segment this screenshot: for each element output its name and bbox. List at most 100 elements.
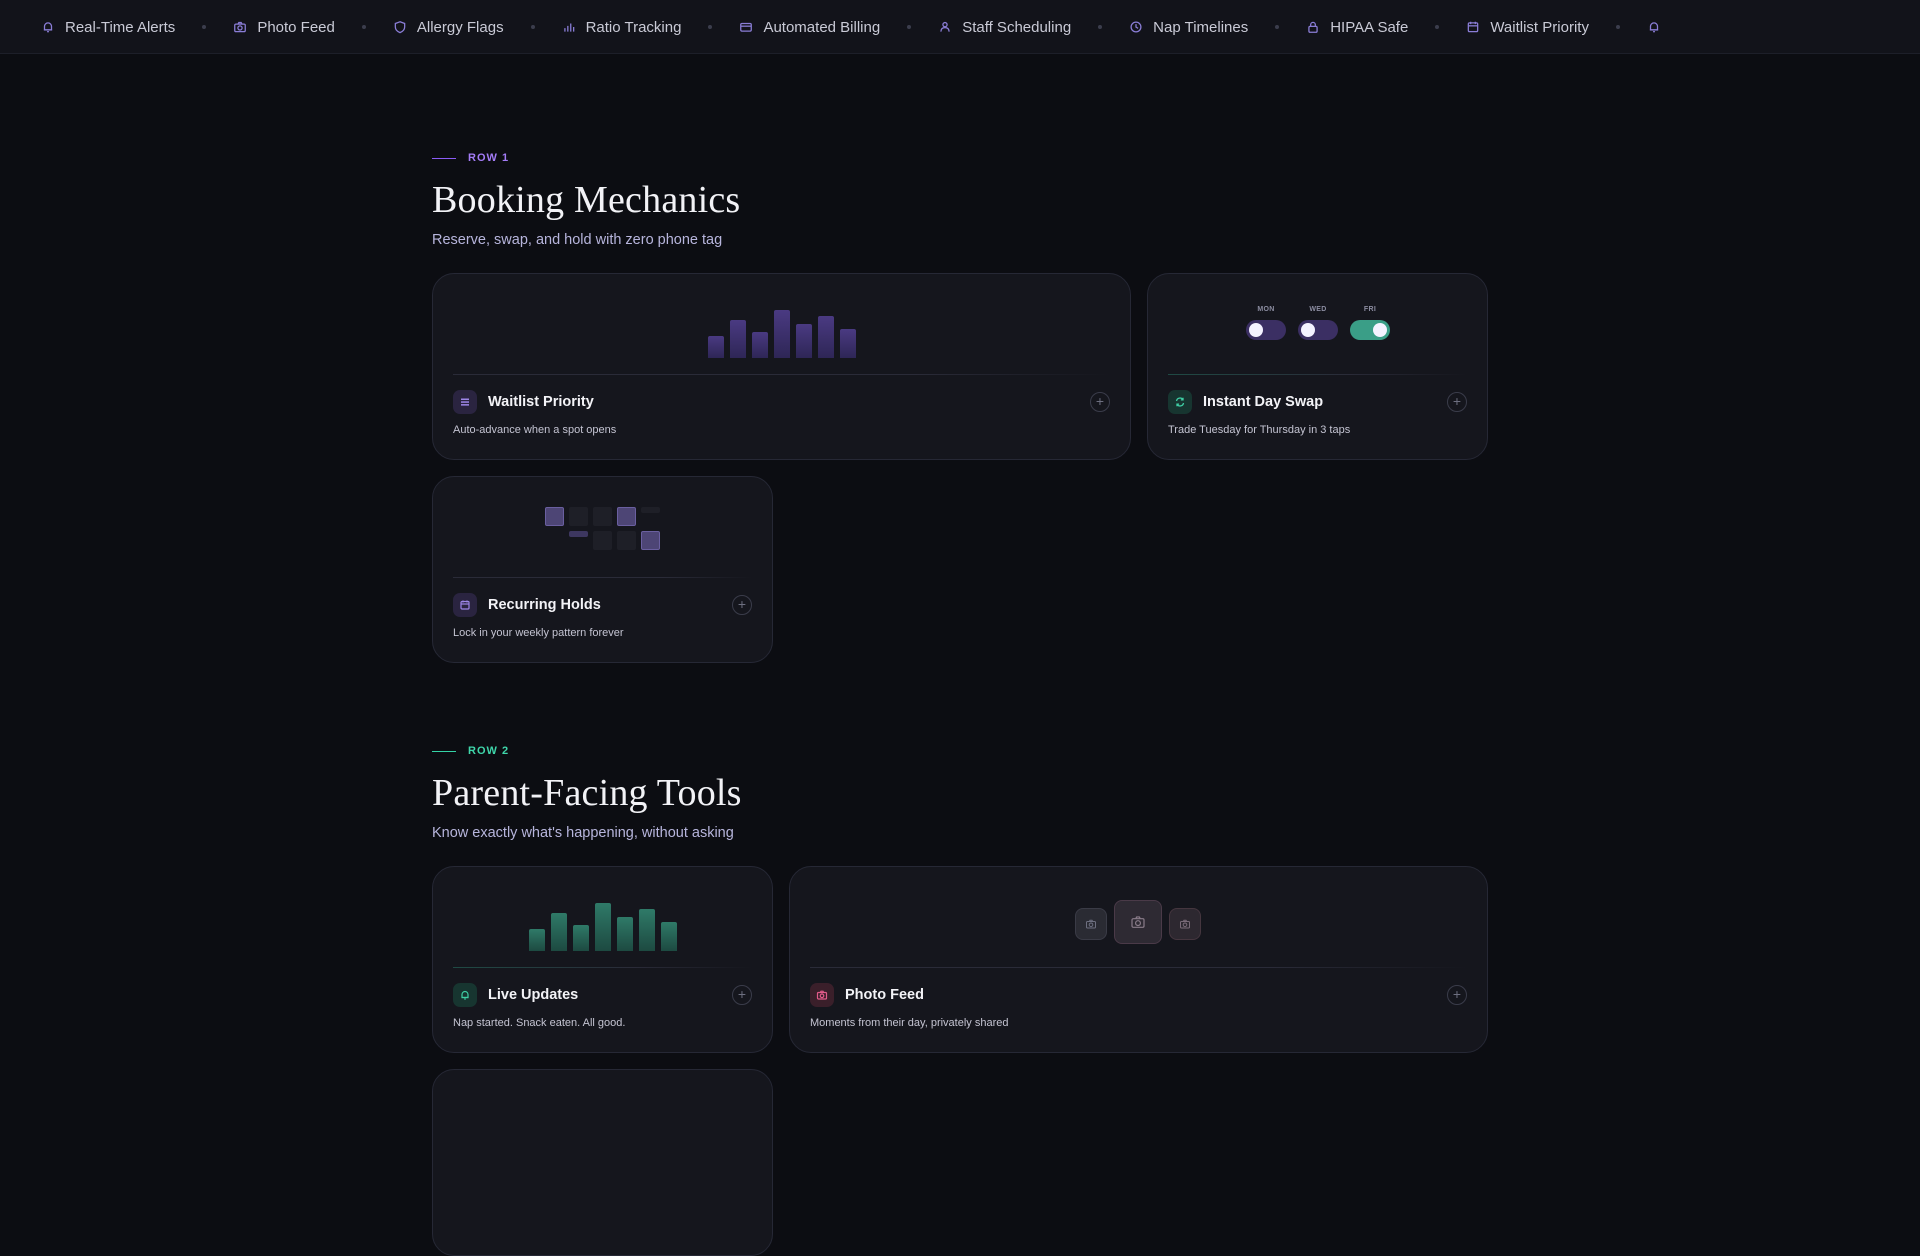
- ticker-label: Nap Timelines: [1153, 18, 1249, 36]
- bell-icon: [40, 19, 56, 35]
- grid-cell: [617, 507, 636, 526]
- day-toggle-label: WED: [1309, 306, 1327, 313]
- day-toggle-visual: MON WED FRI: [1148, 274, 1487, 374]
- grid-cell: [641, 531, 660, 550]
- bar: [708, 336, 724, 358]
- ticker-item: Ratio Tracking: [561, 18, 682, 36]
- expand-plus-icon[interactable]: +: [1090, 392, 1110, 412]
- bell-icon: [453, 983, 477, 1007]
- toggle-switch[interactable]: [1350, 320, 1390, 340]
- grid-cell: [593, 531, 612, 550]
- toggle-switch[interactable]: [1298, 320, 1338, 340]
- card-waitlist-priority[interactable]: Waitlist Priority + Auto-advance when a …: [432, 273, 1131, 460]
- ticker-label: Ratio Tracking: [585, 18, 682, 36]
- eyebrow-label: ROW 1: [468, 152, 510, 164]
- waitlist-bar-visual: [433, 274, 1130, 374]
- bar: [774, 310, 790, 358]
- ticker-separator: [708, 25, 713, 29]
- weekly-grid-visual: [433, 477, 772, 577]
- section-eyebrow: ROW 2: [432, 745, 1488, 757]
- calendar-icon: [1465, 19, 1481, 35]
- card-title: Instant Day Swap: [1203, 394, 1324, 410]
- ticker-item: Real-Time Alerts: [40, 19, 175, 36]
- section-title: Parent-Facing Tools: [432, 772, 742, 814]
- ticker-separator: [1098, 25, 1103, 29]
- day-toggle-label: FRI: [1363, 306, 1377, 313]
- grid-cell: [545, 507, 564, 526]
- ticker-label: Waitlist Priority: [1490, 18, 1589, 36]
- section-eyebrow: ROW 1: [432, 152, 1488, 164]
- card-description: Auto-advance when a spot opens: [453, 424, 617, 436]
- ticker-label: HIPAA Safe: [1330, 18, 1409, 36]
- list-icon: [453, 390, 477, 414]
- card-live-updates[interactable]: Live Updates + Nap started. Snack eaten.…: [432, 866, 773, 1053]
- ticker-item: Allergy Flags: [392, 19, 504, 36]
- feature-ticker: Real-Time Alerts Photo Feed Allergy Flags R…: [0, 0, 1920, 54]
- eyebrow-label: ROW 2: [468, 745, 510, 757]
- card-title: Photo Feed: [845, 987, 924, 1003]
- calendar-icon: [453, 593, 477, 617]
- bar: [617, 917, 633, 951]
- ticker-item: Staff Scheduling: [937, 19, 1071, 36]
- ticker-label: Real-Time Alerts: [65, 18, 176, 36]
- card-title: Live Updates: [488, 987, 579, 1003]
- card-description: Moments from their day, privately shared: [810, 1017, 1009, 1029]
- card-title: Waitlist Priority: [488, 394, 594, 410]
- ticker-item: Nap Timelines: [1128, 19, 1248, 36]
- grid-cell: [617, 531, 636, 550]
- toggle-knob: [1301, 323, 1315, 337]
- ticker-separator: [202, 25, 207, 29]
- section-subtitle: Reserve, swap, and hold with zero phone …: [432, 232, 723, 248]
- live-bars: [529, 903, 683, 951]
- expand-plus-icon[interactable]: +: [732, 595, 752, 615]
- grid-cell: [641, 507, 660, 513]
- ticker-item: HIPAA Safe: [1305, 19, 1408, 36]
- ticker-separator: [361, 25, 366, 29]
- card-photo-feed[interactable]: Photo Feed + Moments from their day, pri…: [789, 866, 1488, 1053]
- camera-icon: [1169, 908, 1201, 940]
- day-toggle-label: MON: [1257, 306, 1275, 313]
- card-recurring-holds[interactable]: Recurring Holds + Lock in your weekly pa…: [432, 476, 773, 663]
- expand-plus-icon[interactable]: +: [1447, 392, 1467, 412]
- grid-cell: [569, 507, 588, 526]
- live-bar-visual: [433, 867, 772, 967]
- card-description: Trade Tuesday for Thursday in 3 taps: [1168, 424, 1351, 436]
- card-divider: [810, 967, 1467, 968]
- ticker-item: Waitlist Priority: [1465, 19, 1589, 36]
- eyebrow-line: [432, 750, 456, 752]
- ticker-label: Automated Billing: [763, 18, 881, 36]
- ticker-separator: [907, 25, 912, 29]
- ticker-separator: [1275, 25, 1280, 29]
- credit-card-icon: [738, 19, 754, 35]
- bar: [752, 332, 768, 358]
- bar: [639, 909, 655, 951]
- camera-icon: [1075, 908, 1107, 940]
- day-toggle[interactable]: MON: [1246, 306, 1286, 340]
- toggle-switch[interactable]: [1246, 320, 1286, 340]
- card-title: Recurring Holds: [488, 597, 601, 613]
- card-description: Lock in your weekly pattern forever: [453, 627, 624, 639]
- day-toggle[interactable]: FRI: [1350, 306, 1390, 340]
- shield-icon: [392, 19, 408, 35]
- card-divider: [453, 374, 1110, 375]
- camera-icon: [1114, 900, 1162, 944]
- ticker-separator: [530, 25, 535, 29]
- expand-plus-icon[interactable]: +: [1447, 985, 1467, 1005]
- section-parent-facing-tools: ROW 2 Parent-Facing Tools Know exactly w…: [432, 745, 1488, 841]
- card-divider: [1168, 374, 1467, 375]
- expand-plus-icon[interactable]: +: [732, 985, 752, 1005]
- clock-icon: [1128, 19, 1144, 35]
- card-next-partial[interactable]: [432, 1069, 773, 1256]
- ticker-label: Staff Scheduling: [962, 18, 1072, 36]
- lock-icon: [1305, 19, 1321, 35]
- ticker-separator: [1435, 25, 1440, 29]
- card-instant-day-swap[interactable]: MON WED FRI Instant Day Swap + Trade Tuesd…: [1147, 273, 1488, 460]
- grid-cell: [569, 531, 588, 537]
- ticker-item: [1646, 19, 1671, 35]
- card-divider: [453, 967, 752, 968]
- section-booking-mechanics: ROW 1 Booking Mechanics Reserve, swap, a…: [432, 152, 1488, 248]
- card-description: Nap started. Snack eaten. All good.: [453, 1017, 626, 1029]
- ticker-track: Real-Time Alerts Photo Feed Allergy Flags R…: [0, 0, 1671, 53]
- swap-icon: [1168, 390, 1192, 414]
- day-toggle[interactable]: WED: [1298, 306, 1338, 340]
